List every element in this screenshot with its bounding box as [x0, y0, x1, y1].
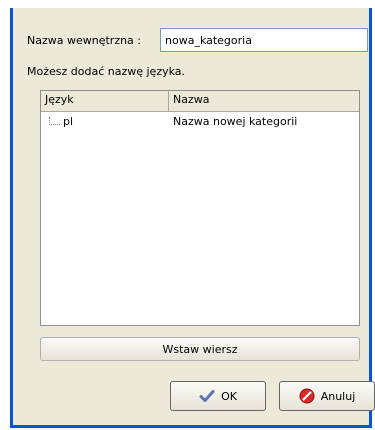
ok-label: OK	[221, 389, 237, 403]
language-hint: Możesz dodać nazwę języka.	[27, 65, 186, 78]
cell-name[interactable]: Nazwa nowej kategorii	[169, 115, 301, 128]
cancel-icon	[299, 388, 315, 404]
tree-connector-line	[49, 116, 60, 125]
internal-name-label: Nazwa wewnętrzna :	[27, 34, 142, 47]
table-row[interactable]: pl Nazwa nowej kategorii	[41, 112, 359, 130]
cancel-label: Anuluj	[320, 389, 356, 403]
internal-name-input[interactable]	[160, 28, 368, 52]
language-names-table[interactable]: Język Nazwa pl Nazwa nowej kategorii	[40, 90, 360, 326]
check-icon	[199, 388, 215, 404]
column-header-name[interactable]: Nazwa	[169, 91, 359, 111]
table-header: Język Nazwa	[41, 91, 359, 112]
dialog-window: Nazwa wewnętrzna : Możesz dodać nazwę ję…	[10, 8, 375, 428]
insert-row-label: Wstaw wiersz	[162, 342, 238, 356]
ok-button[interactable]: OK	[170, 381, 266, 411]
insert-row-button[interactable]: Wstaw wiersz	[40, 337, 360, 361]
cell-language[interactable]: pl	[41, 115, 169, 128]
cancel-button[interactable]: Anuluj	[279, 381, 375, 411]
column-header-language[interactable]: Język	[41, 91, 169, 111]
cell-language-text: pl	[63, 114, 74, 128]
